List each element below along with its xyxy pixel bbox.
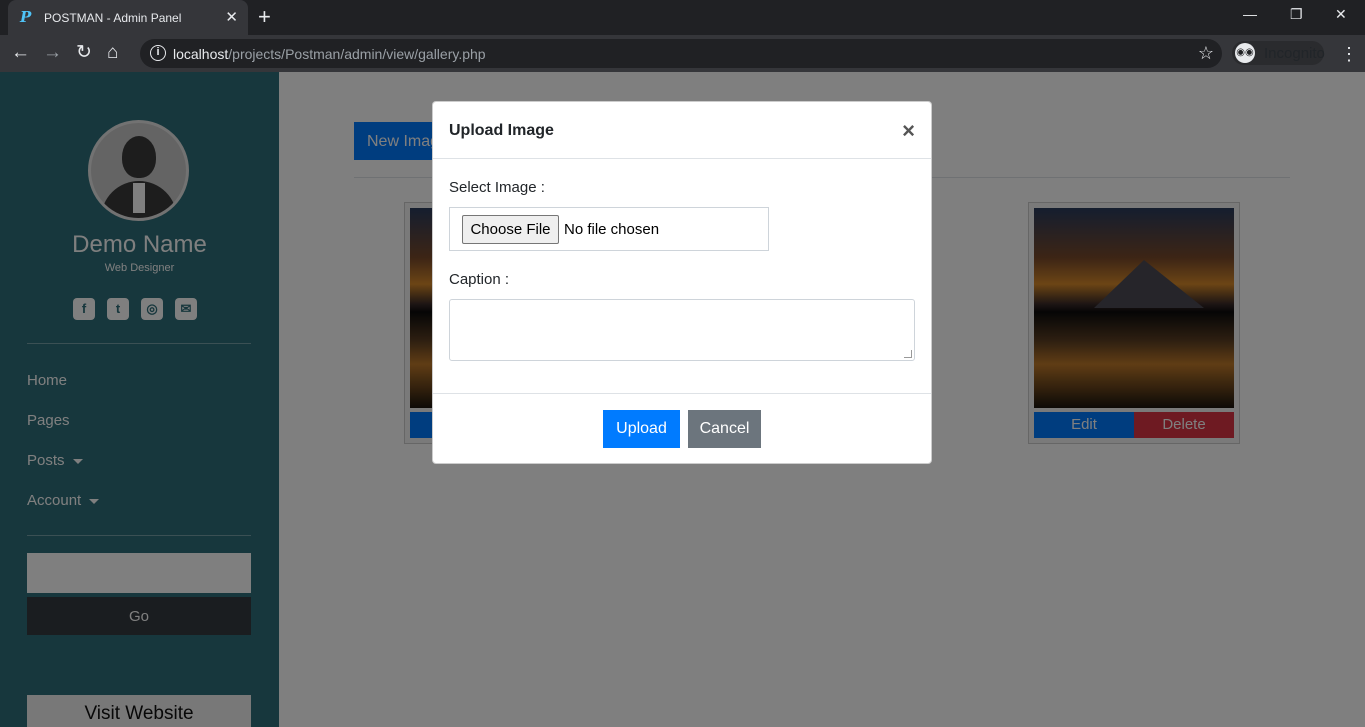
reload-icon[interactable]: ↻ xyxy=(76,42,92,64)
address-bar[interactable]: i localhost/projects/Postman/admin/view/… xyxy=(140,39,1222,68)
close-icon[interactable]: × xyxy=(902,118,915,144)
file-status-text: No file chosen xyxy=(564,221,660,238)
incognito-icon: ◉◉ xyxy=(1235,43,1255,63)
modal-title: Upload Image xyxy=(449,122,554,139)
minimize-icon[interactable]: — xyxy=(1243,6,1257,22)
select-image-label: Select Image : xyxy=(449,179,545,196)
resize-grip-icon[interactable] xyxy=(904,350,912,358)
tab-close-icon[interactable]: ✕ xyxy=(225,8,238,26)
forward-icon[interactable]: → xyxy=(43,42,62,64)
restore-icon[interactable]: ❐ xyxy=(1290,6,1303,23)
window-close-icon[interactable]: ✕ xyxy=(1335,6,1347,23)
caption-textarea[interactable] xyxy=(449,299,915,361)
incognito-indicator[interactable]: ◉◉ Incognito xyxy=(1232,41,1325,65)
new-tab-icon[interactable]: + xyxy=(258,5,271,29)
upload-button[interactable]: Upload xyxy=(603,410,680,448)
home-icon[interactable]: ⌂ xyxy=(107,42,118,64)
incognito-label: Incognito xyxy=(1264,45,1325,62)
url-host: localhost xyxy=(173,46,229,62)
upload-image-modal: Upload Image × Select Image : Choose Fil… xyxy=(432,101,932,464)
modal-header: Upload Image × xyxy=(433,102,931,159)
file-input[interactable]: Choose File No file chosen xyxy=(449,207,769,251)
browser-tabbar: P POSTMAN - Admin Panel ✕ + — ❐ ✕ xyxy=(0,0,1365,35)
choose-file-button[interactable]: Choose File xyxy=(462,215,559,244)
browser-toolbar: ← → ↻ ⌂ i localhost/projects/Postman/adm… xyxy=(0,35,1365,72)
page: Demo Name Web Designer f t ◎ ✉ Home Page… xyxy=(0,72,1365,727)
browser-menu-icon[interactable]: ⋮ xyxy=(1340,44,1358,65)
caption-label: Caption : xyxy=(449,271,510,288)
back-icon[interactable]: ← xyxy=(11,42,30,64)
tab-title: POSTMAN - Admin Panel xyxy=(44,11,182,25)
bookmark-star-icon[interactable]: ☆ xyxy=(1198,43,1214,64)
url-text: localhost/projects/Postman/admin/view/ga… xyxy=(173,46,486,62)
url-path: /projects/Postman/admin/view/gallery.php xyxy=(228,46,486,62)
cancel-button[interactable]: Cancel xyxy=(688,410,761,448)
site-info-icon[interactable]: i xyxy=(150,45,166,61)
browser-tab[interactable]: P POSTMAN - Admin Panel ✕ xyxy=(8,0,248,35)
modal-footer: Upload Cancel xyxy=(433,393,931,464)
postman-favicon-icon: P xyxy=(20,8,32,26)
